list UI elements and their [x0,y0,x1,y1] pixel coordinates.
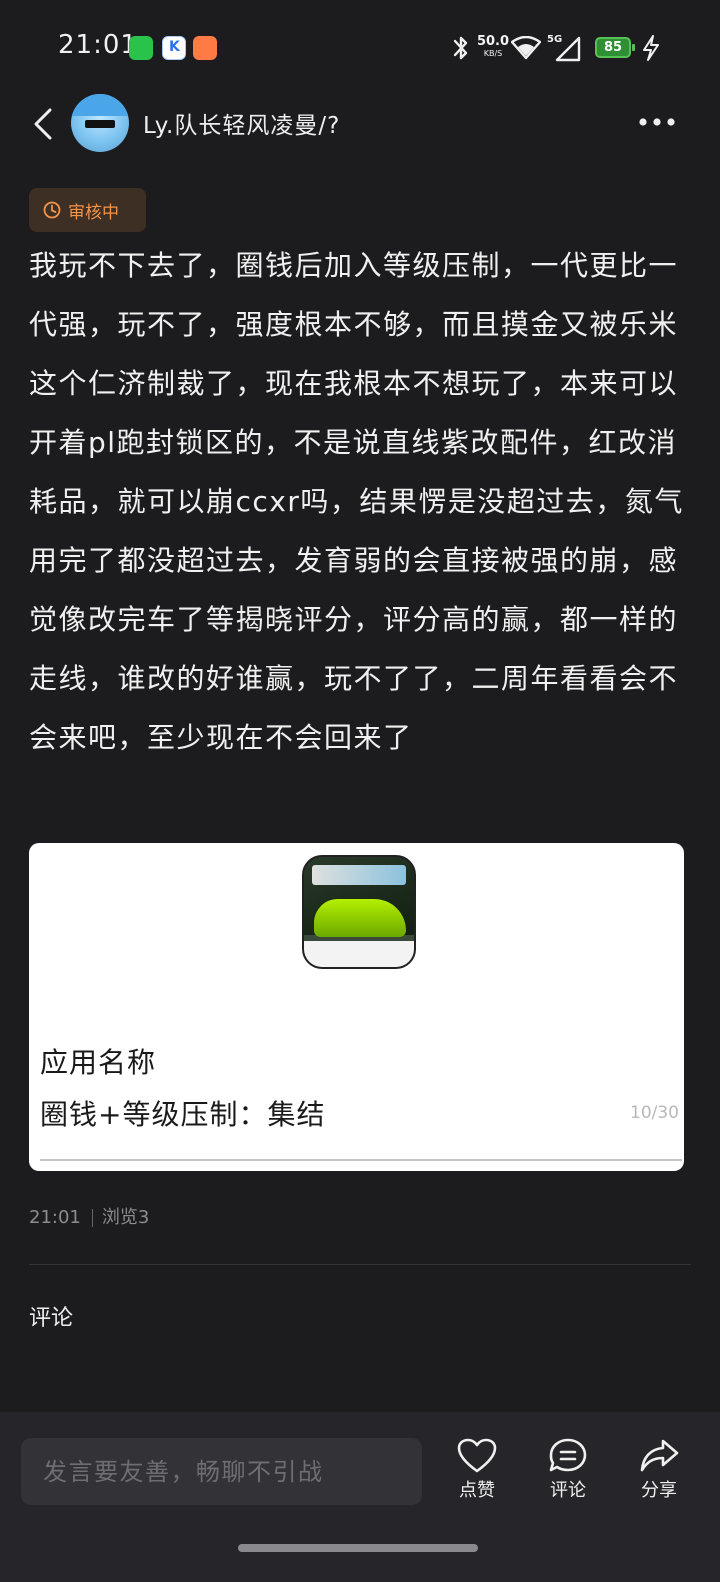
bottom-action-bar: 点赞 评论 分享 [0,1412,720,1582]
divider [29,1264,691,1265]
app-card[interactable]: 应用名称 圈钱+等级压制：集结 10/30 [29,843,684,1171]
clock-icon [43,201,61,219]
net-speed-unit: KB/S [483,49,503,58]
share-label: 分享 [641,1480,677,1501]
comment-icon [549,1438,587,1472]
comments-title: 评论 [29,1306,74,1331]
comment-button[interactable]: 评论 [528,1438,608,1508]
share-button[interactable]: 分享 [619,1438,699,1508]
app-name-label: 应用名称 [40,1046,157,1079]
meta-separator [91,1209,93,1227]
view-count: 浏览3 [101,1207,150,1228]
net-speed-value: 50.0 [476,34,510,49]
avatar-sunglasses [85,120,115,128]
post-meta: 21:01 浏览3 [29,1203,149,1229]
comment-input[interactable] [21,1438,422,1505]
like-label: 点赞 [459,1480,495,1501]
avatar[interactable] [71,94,129,152]
wechat-icon [129,36,153,60]
network-type: 5G [547,34,563,45]
input-underline [40,1159,682,1161]
char-count: 10/30 [630,1103,679,1123]
game-app-icon [193,36,217,60]
post-time: 21:01 [29,1207,81,1228]
more-icon[interactable] [637,114,677,130]
app-name-value: 圈钱+等级压制：集结 [40,1098,326,1131]
game-icon [302,855,416,969]
k-app-icon [162,36,186,60]
like-button[interactable]: 点赞 [437,1438,517,1508]
share-icon [640,1439,679,1472]
post-header: Ly.队长轻风凌曼/? [0,92,720,158]
charging-icon [643,35,659,61]
battery-level: 85 [603,40,623,55]
wifi-icon [511,36,541,60]
home-indicator[interactable] [238,1544,478,1552]
post-content: 我玩不下去了，圈钱后加入等级压制，一代更比一代强，玩不了，强度根本不够，而且摸金… [29,249,684,754]
game-car [314,899,406,937]
battery-icon: 85 [595,37,635,58]
back-icon[interactable] [28,104,58,144]
comment-label: 评论 [550,1480,586,1501]
game-title-logo [312,865,406,885]
avatar-hair [71,94,129,116]
review-status-label: 审核中 [68,203,119,223]
net-speed: 50.0 KB/S [476,34,510,59]
username[interactable]: Ly.队长轻风凌曼/? [143,106,340,140]
game-anniversary-banner [304,941,414,967]
heart-icon [457,1438,497,1473]
status-time: 21:01 [58,30,138,60]
review-status-badge: 审核中 [29,188,146,232]
status-bar: 21:01 50.0 KB/S 5G 85 [0,0,720,92]
bluetooth-icon [453,36,468,60]
